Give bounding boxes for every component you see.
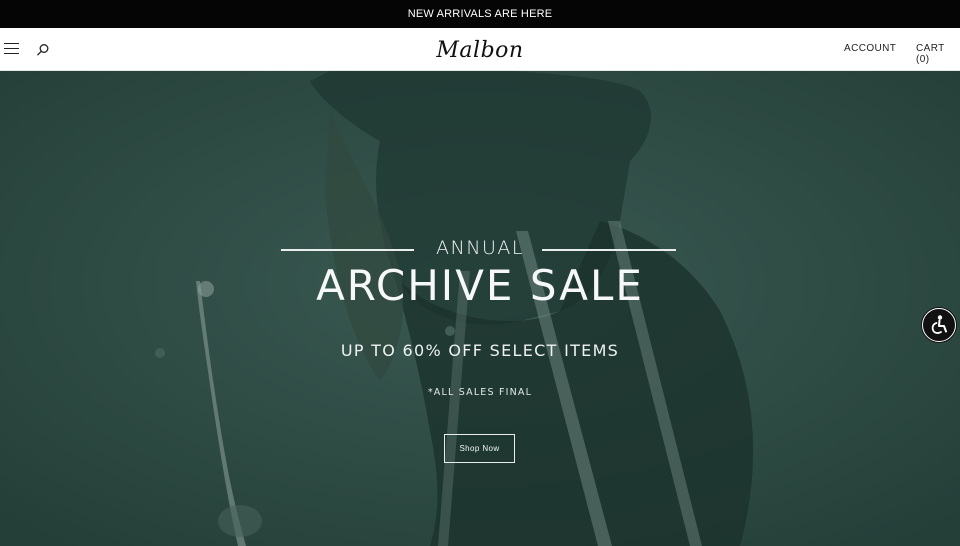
hero-content: ANNUAL ARCHIVE SALE UP TO 60% OFF SELECT… bbox=[0, 71, 960, 546]
shop-now-button[interactable]: Shop Now bbox=[444, 434, 515, 463]
account-link[interactable]: ACCOUNT bbox=[844, 43, 896, 54]
hamburger-menu-icon[interactable] bbox=[4, 42, 20, 56]
accessibility-icon[interactable] bbox=[922, 308, 956, 342]
cart-link[interactable]: CART (0) bbox=[916, 43, 960, 65]
logo[interactable]: Malbon bbox=[430, 33, 530, 67]
site-header: Malbon ACCOUNT CART (0) bbox=[0, 28, 960, 71]
hero-banner: ANNUAL ARCHIVE SALE UP TO 60% OFF SELECT… bbox=[0, 71, 960, 546]
search-icon[interactable] bbox=[36, 43, 50, 57]
hero-subtitle: UP TO 60% OFF SELECT ITEMS bbox=[340, 341, 620, 360]
hero-title: ARCHIVE SALE bbox=[316, 261, 644, 310]
logo-text: Malbon bbox=[436, 37, 524, 63]
announcement-bar: NEW ARRIVALS ARE HERE bbox=[0, 0, 960, 28]
announcement-text: NEW ARRIVALS ARE HERE bbox=[407, 8, 553, 20]
hero-fine-print: *ALL SALES FINAL bbox=[427, 387, 533, 398]
hero-eyebrow: ANNUAL bbox=[436, 237, 524, 259]
